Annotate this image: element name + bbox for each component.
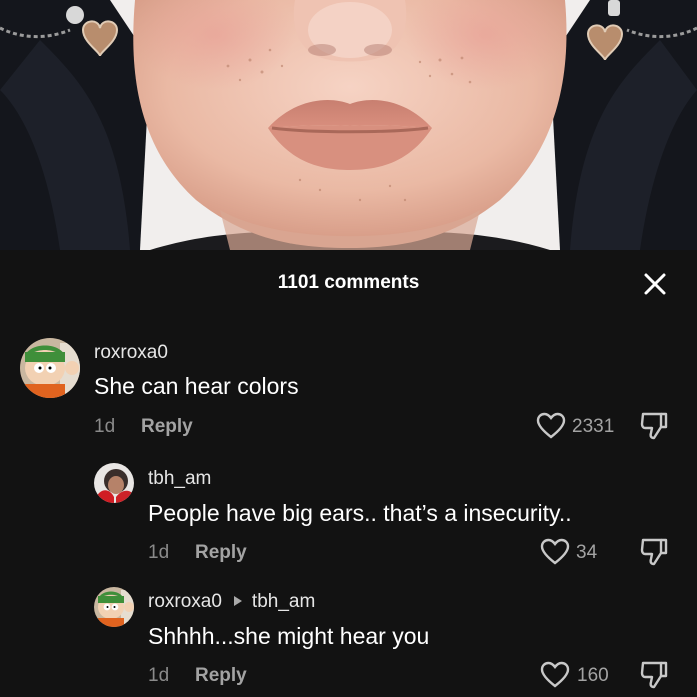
like-count: 2331	[572, 416, 615, 437]
comment-text: She can hear colors	[94, 373, 299, 399]
avatar[interactable]	[20, 338, 80, 398]
avatar-cartoon-image	[20, 338, 80, 398]
comment-time: 1d	[148, 665, 170, 686]
dislike-button[interactable]	[640, 411, 668, 441]
avatar[interactable]	[94, 587, 134, 627]
comment-text: People have big ears.. that’s a insecuri…	[148, 500, 572, 526]
dislike-button[interactable]	[640, 660, 668, 690]
reply-button[interactable]: Reply	[195, 542, 247, 564]
close-button[interactable]	[641, 270, 669, 298]
like-button[interactable]: 34	[540, 536, 610, 566]
reply-button[interactable]: Reply	[141, 416, 193, 438]
reply-arrow-icon	[233, 595, 242, 606]
comment-time: 1d	[148, 542, 170, 563]
like-button[interactable]: 160	[540, 659, 616, 689]
comments-count-title: 1101 comments	[277, 272, 420, 293]
comment-text: Shhhh...she might hear you	[148, 623, 430, 649]
comment-time: 1d	[94, 416, 116, 437]
thumbs-down-icon	[640, 412, 668, 440]
close-icon	[644, 273, 666, 295]
like-count: 160	[577, 665, 609, 686]
replied-to-username[interactable]: tbh_am	[252, 591, 315, 612]
heart-icon	[540, 538, 570, 565]
thumbs-down-icon	[640, 538, 668, 566]
like-button[interactable]: 2331	[536, 410, 620, 440]
reply-thread-usernames: roxroxa0 tbh_am	[148, 591, 315, 613]
face-image	[0, 0, 697, 250]
comment-username[interactable]: roxroxa0	[148, 591, 222, 612]
comments-sheet: 1101 comments roxroxa0 She can hear colo…	[0, 250, 697, 697]
avatar-photo-image	[94, 463, 134, 503]
heart-icon	[540, 661, 570, 688]
comment-username[interactable]: roxroxa0	[94, 342, 168, 364]
thumbs-down-icon	[640, 661, 668, 689]
like-count: 34	[576, 542, 598, 563]
reply-button[interactable]: Reply	[195, 665, 247, 687]
dislike-button[interactable]	[640, 537, 668, 567]
avatar[interactable]	[94, 463, 134, 503]
avatar-cartoon-image	[94, 587, 134, 627]
video-preview	[0, 0, 697, 250]
heart-icon	[536, 412, 566, 439]
comment-username[interactable]: tbh_am	[148, 468, 211, 490]
